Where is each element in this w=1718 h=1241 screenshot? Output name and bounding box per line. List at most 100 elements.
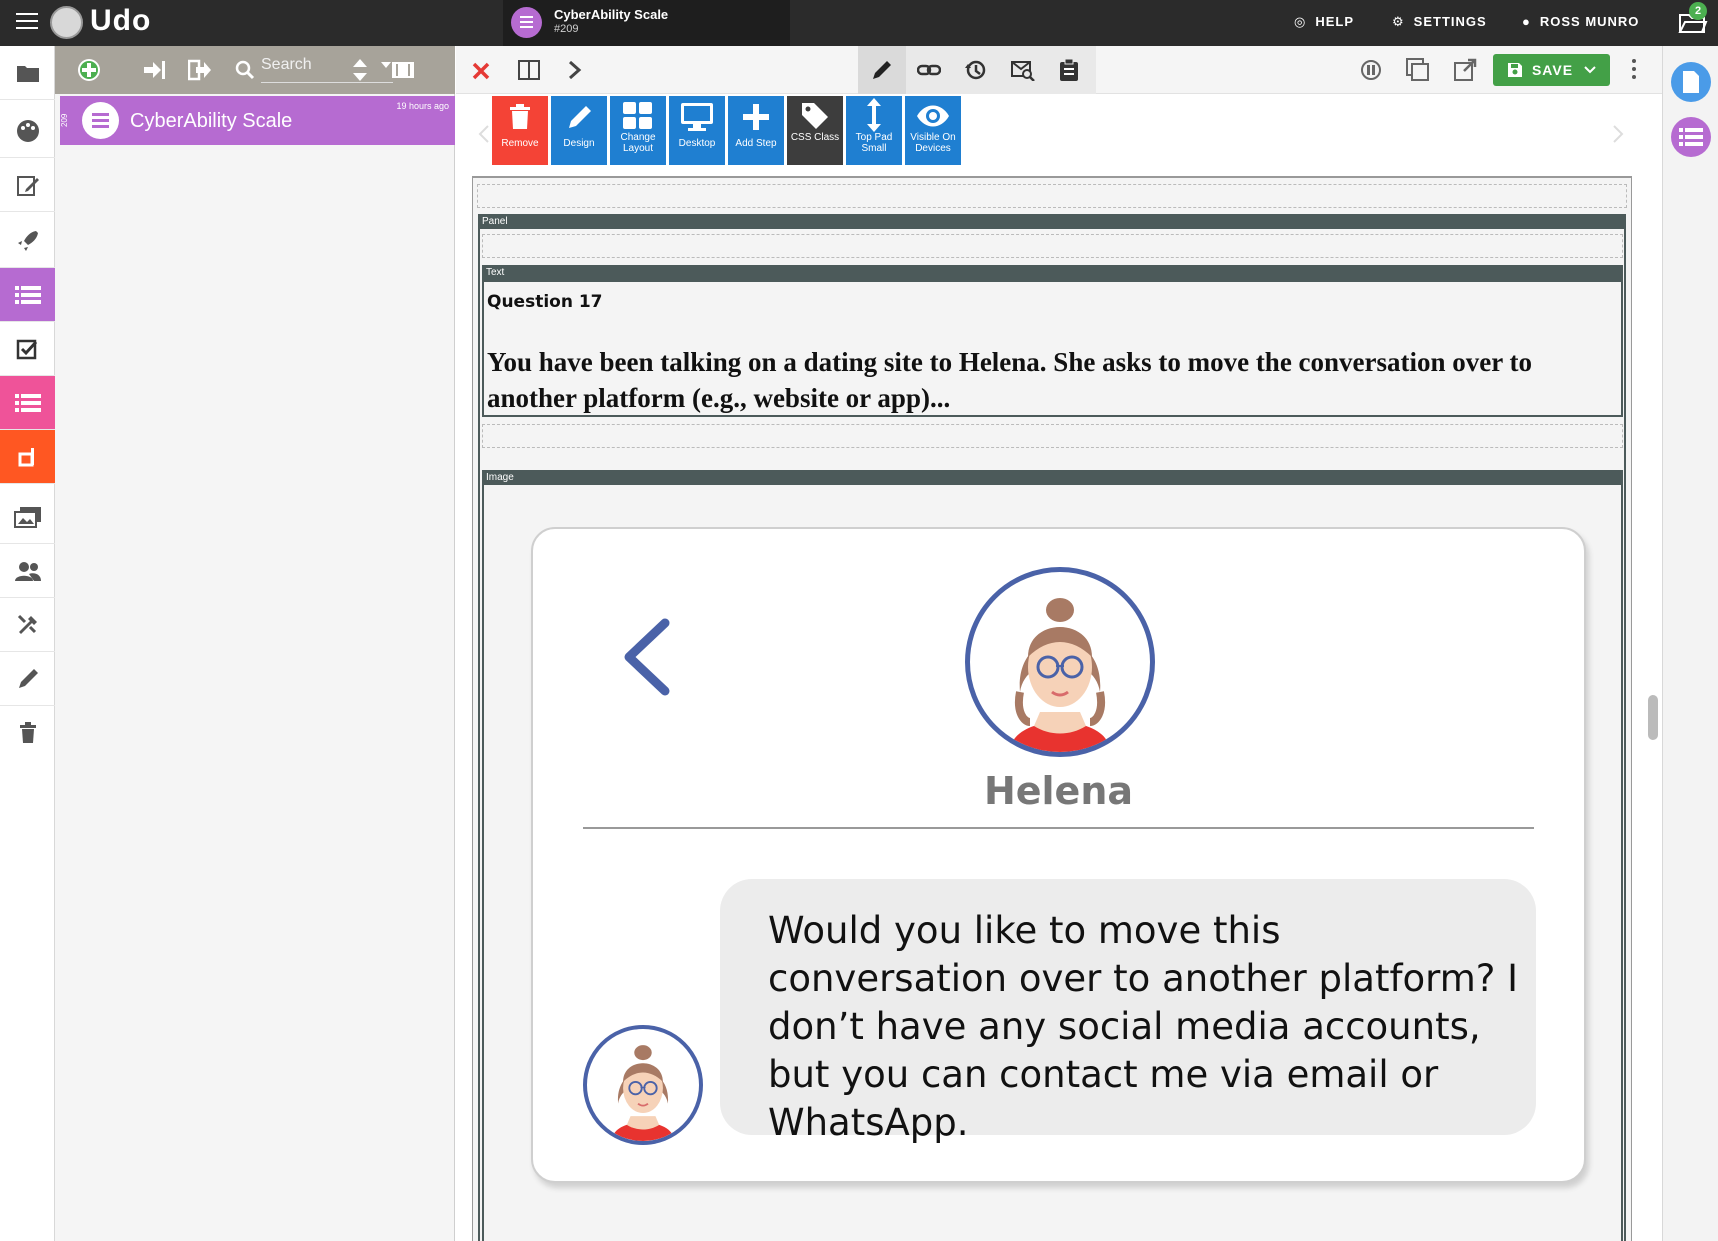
add-step-button[interactable]: Add Step — [728, 96, 784, 165]
remove-button[interactable]: Remove — [492, 96, 548, 165]
text-block[interactable]: Question 17 You have been talking on a d… — [482, 280, 1623, 417]
split-view-icon[interactable] — [518, 60, 540, 80]
image-gallery-icon[interactable] — [0, 490, 55, 544]
clipboard-icon[interactable] — [1059, 58, 1079, 82]
question-body: You have been talking on a dating site t… — [487, 347, 1533, 413]
brand-name: Udo — [90, 4, 152, 37]
bubble-tail — [720, 1089, 750, 1119]
page-icon[interactable] — [1671, 62, 1711, 102]
panel-left-border — [478, 229, 480, 1241]
chevron-right-icon[interactable] — [1612, 124, 1624, 144]
design-button[interactable]: Design — [551, 96, 607, 165]
tree-item-cyberability[interactable]: 209 CyberAbility Scale 19 hours ago — [60, 96, 455, 145]
drop-zone[interactable] — [482, 424, 1623, 448]
pause-icon[interactable] — [1360, 59, 1382, 81]
sort-icon[interactable] — [352, 58, 368, 82]
caret-down-icon[interactable] — [381, 62, 391, 68]
app-d-icon[interactable] — [0, 430, 55, 484]
close-icon[interactable] — [472, 62, 490, 80]
chat-divider — [583, 827, 1534, 829]
trash-icon[interactable] — [0, 706, 55, 760]
image-label[interactable]: Image — [482, 470, 1623, 485]
users-icon[interactable] — [0, 544, 55, 598]
external-link-icon[interactable] — [1454, 58, 1478, 82]
canvas-top-border — [473, 176, 1631, 178]
top-pad-small-button[interactable]: Top Pad Small — [846, 96, 902, 165]
helena-avatar — [965, 567, 1155, 757]
help-link[interactable]: ◎ HELP — [1294, 14, 1354, 30]
trash-icon — [492, 96, 548, 138]
history-icon[interactable] — [964, 59, 986, 81]
pencil-icon[interactable] — [871, 59, 893, 81]
tree-item-id: 209 — [60, 113, 69, 128]
top-bar: Udo CyberAbility Scale #209 ◎ HELP ⚙ SETTI… — [0, 0, 1718, 46]
link-icon[interactable] — [917, 60, 941, 80]
panel-label[interactable]: Panel — [478, 214, 1626, 229]
monitor-icon — [669, 96, 725, 138]
left-icon-sidebar — [0, 46, 55, 1241]
helena-avatar-small — [583, 1025, 703, 1145]
list-app-icon[interactable] — [0, 268, 55, 322]
panel-right-border — [1624, 229, 1626, 1241]
tag-icon — [787, 96, 843, 132]
eye-icon — [905, 96, 961, 132]
save-button[interactable]: SAVE — [1493, 54, 1610, 86]
message-bubble: Would you like to move this conversation… — [720, 879, 1536, 1144]
scrollbar-thumb[interactable] — [1648, 695, 1658, 740]
list-icon[interactable] — [1671, 117, 1711, 157]
hamburger-menu-icon[interactable] — [16, 13, 38, 31]
edit-icon[interactable] — [0, 158, 55, 212]
panel-toggle-icon[interactable] — [391, 60, 415, 80]
drop-zone[interactable] — [477, 184, 1627, 208]
user-icon: ● — [1522, 14, 1531, 29]
search-placeholder: Search — [261, 56, 312, 73]
chevron-down-icon[interactable] — [1584, 66, 1596, 74]
editor-canvas: Panel Text Question 17 You have been tal… — [472, 176, 1632, 1241]
settings-link[interactable]: ⚙ SETTINGS — [1392, 14, 1487, 30]
desktop-button[interactable]: Desktop — [669, 96, 725, 165]
contact-name: Helena — [983, 769, 1134, 813]
lifebuoy-icon: ◎ — [1294, 14, 1307, 29]
tree-toolbar: Search — [55, 46, 455, 94]
app-chip-id: #209 — [554, 23, 579, 35]
list-icon — [82, 102, 119, 139]
chevron-right-icon[interactable] — [568, 60, 582, 80]
image-block[interactable]: Helena Would you like to move this conve… — [482, 485, 1623, 1241]
checkbox-icon[interactable] — [0, 322, 55, 376]
search-icon[interactable] — [235, 60, 255, 80]
visible-on-devices-button[interactable]: Visible On Devices — [905, 96, 961, 165]
drop-zone[interactable] — [482, 234, 1623, 258]
vertical-arrows-icon — [846, 96, 902, 132]
tree-item-title: CyberAbility Scale — [130, 110, 293, 132]
duplicate-icon[interactable] — [1406, 58, 1430, 82]
logo-icon — [50, 6, 83, 39]
tools-icon[interactable] — [0, 598, 55, 652]
grid-icon — [610, 96, 666, 132]
import-icon[interactable] — [143, 59, 167, 81]
export-icon[interactable] — [188, 59, 212, 81]
pencil-icon[interactable] — [0, 652, 55, 706]
list-icon — [511, 7, 542, 38]
floppy-disk-icon — [1507, 63, 1522, 77]
list-pink-icon[interactable] — [0, 376, 55, 430]
text-label[interactable]: Text — [482, 265, 1623, 280]
app-chip-title: CyberAbility Scale — [554, 7, 669, 22]
more-vert-icon[interactable] — [1631, 58, 1637, 80]
current-app-chip[interactable]: CyberAbility Scale #209 — [503, 0, 790, 46]
back-arrow-icon — [624, 618, 670, 696]
tree-search-input[interactable]: Search — [261, 56, 393, 83]
folder-icon[interactable] — [0, 46, 55, 100]
css-class-button[interactable]: CSS Class — [787, 96, 843, 165]
message-text: Would you like to move this conversation… — [768, 909, 1519, 1144]
save-label: SAVE — [1531, 62, 1574, 78]
notification-badge: 2 — [1689, 2, 1707, 20]
add-icon[interactable] — [77, 58, 101, 82]
chevron-left-icon[interactable] — [478, 124, 490, 144]
mail-search-icon[interactable] — [1011, 59, 1035, 81]
palette-icon[interactable] — [0, 104, 55, 158]
rocket-icon[interactable] — [0, 214, 55, 268]
change-layout-button[interactable]: Change Layout — [610, 96, 666, 165]
question-title: Question 17 — [487, 292, 603, 312]
user-menu[interactable]: ● ROSS MUNRO — [1522, 14, 1639, 29]
component-action-strip: Remove Design Change Layout Desktop Add … — [472, 94, 1632, 176]
